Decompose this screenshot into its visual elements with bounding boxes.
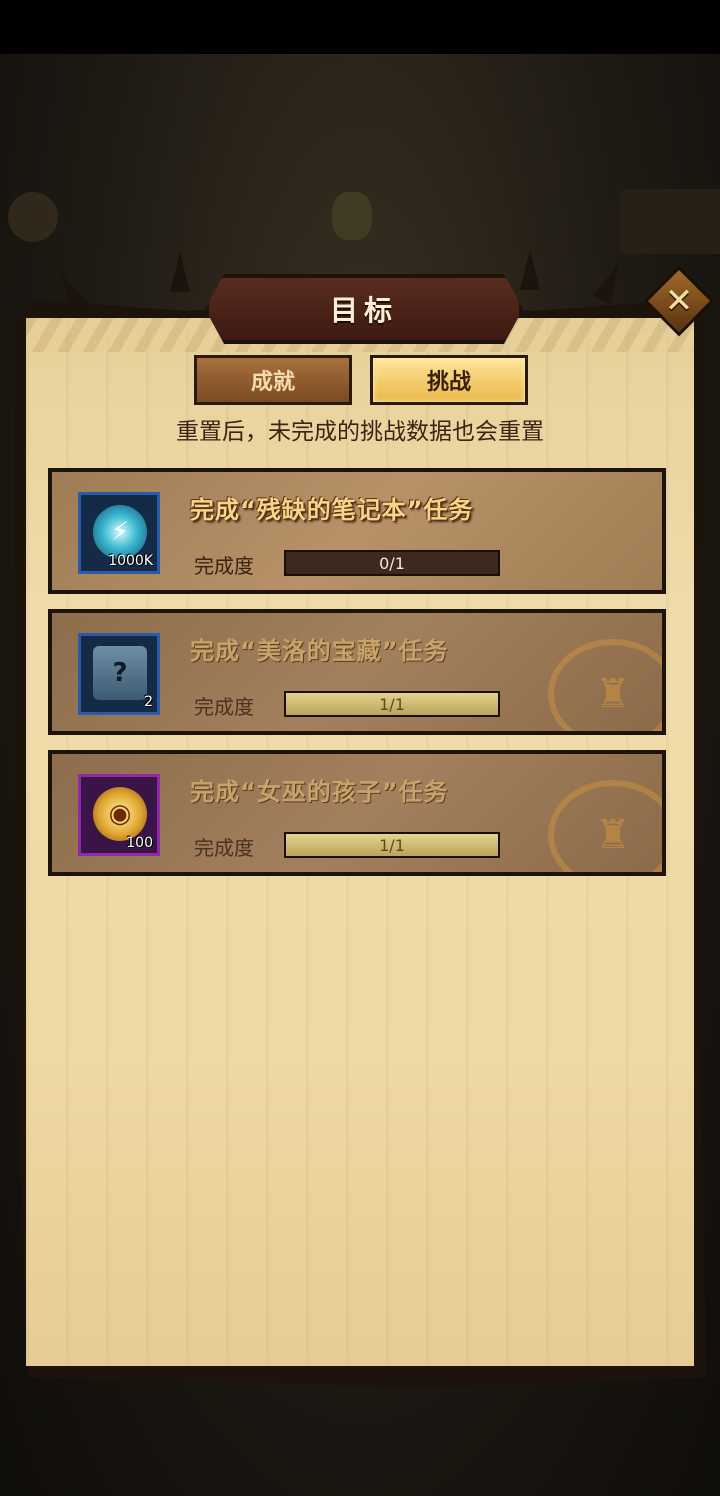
dialog-header: 目标 xyxy=(205,274,523,344)
close-button[interactable]: ✕ xyxy=(643,265,715,337)
progress-label: 完成度 xyxy=(194,554,254,578)
tab-achievements[interactable]: 成就 xyxy=(194,355,352,405)
reward-slot[interactable]: ⚡ 1000K xyxy=(78,492,160,574)
quest-title: 完成“美洛的宝藏”任务 xyxy=(190,637,449,665)
completed-seal-icon: ♜ xyxy=(548,780,662,872)
gold-coin-icon: ◉ xyxy=(93,787,147,841)
background-icon xyxy=(332,192,372,240)
progress-bar: 0/1 xyxy=(284,550,500,576)
reward-count: 2 xyxy=(144,694,153,710)
completed-seal-icon: ♜ xyxy=(548,639,662,731)
quest-card[interactable]: ♜ ◉ 100 完成“女巫的孩子”任务 完成度 1/1 xyxy=(48,750,666,876)
quest-card[interactable]: ♜ ? 2 完成“美洛的宝藏”任务 完成度 1/1 xyxy=(48,609,666,735)
reset-notice: 重置后，未完成的挑战数据也会重置 xyxy=(176,419,544,445)
progress-text: 0/1 xyxy=(379,553,405,573)
progress-text: 1/1 xyxy=(379,694,405,714)
quest-card[interactable]: ⚡ 1000K 完成“残缺的笔记本”任务 完成度 0/1 xyxy=(48,468,666,594)
tab-challenges[interactable]: 挑战 xyxy=(370,355,528,405)
reward-slot[interactable]: ? 2 xyxy=(78,633,160,715)
frame-spike xyxy=(170,252,190,292)
frame-spike xyxy=(520,250,540,290)
energy-orb-icon: ⚡ xyxy=(93,505,147,559)
close-icon: ✕ xyxy=(664,281,694,321)
quest-title: 完成“残缺的笔记本”任务 xyxy=(190,496,474,524)
reward-count: 1000K xyxy=(108,553,153,569)
progress-bar: 1/1 xyxy=(284,691,500,717)
progress-text: 1/1 xyxy=(379,835,405,855)
dialog-title: 目标 xyxy=(329,294,398,327)
status-bar xyxy=(0,0,720,54)
background-icon xyxy=(8,192,58,242)
quest-title: 完成“女巫的孩子”任务 xyxy=(190,778,449,806)
progress-label: 完成度 xyxy=(194,695,254,719)
mystery-chest-icon: ? xyxy=(93,646,147,700)
reward-count: 100 xyxy=(126,835,153,851)
progress-bar: 1/1 xyxy=(284,832,500,858)
reward-slot[interactable]: ◉ 100 xyxy=(78,774,160,856)
background-tab xyxy=(620,189,720,254)
progress-label: 完成度 xyxy=(194,836,254,860)
